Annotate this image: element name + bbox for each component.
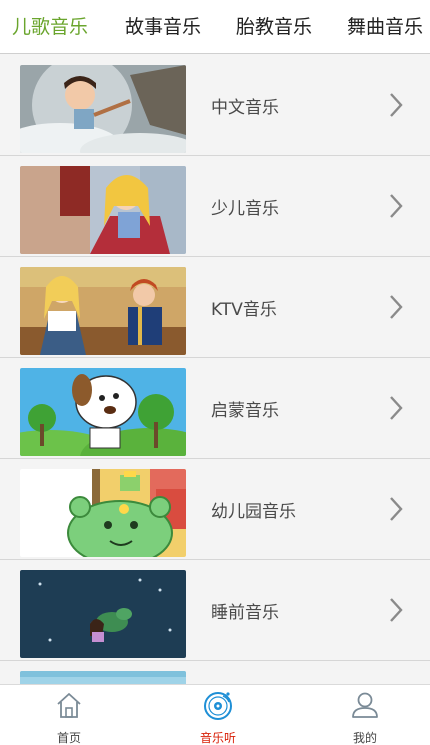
nav-music[interactable]: 音乐听 [178,690,258,745]
ktv-music-thumbnail [20,267,186,355]
list-item-chinese-music[interactable]: 中文音乐 [0,55,430,156]
chevron-right-icon [388,293,404,321]
tab-dance-music[interactable]: 舞曲音乐 [347,12,423,39]
nav-home[interactable]: 首页 [29,690,109,745]
list-item-label: KTV音乐 [211,300,277,320]
bedtime-music-thumbnail [20,570,186,658]
list-item-ktv-music[interactable]: KTV音乐 [0,257,430,358]
list-item-label: 少儿音乐 [211,199,279,219]
home-icon [57,693,81,718]
chevron-right-icon [388,495,404,523]
chevron-right-icon [388,394,404,422]
list-item-kindergarten-music[interactable]: 幼儿园音乐 [0,459,430,560]
list-item-bedtime-music[interactable]: 睡前音乐 [0,560,430,661]
tab-children-songs[interactable]: 儿歌音乐 [12,12,88,39]
tab-story-music[interactable]: 故事音乐 [125,12,201,39]
category-tabs: 儿歌音乐 故事音乐 胎教音乐 舞曲音乐 [0,0,430,54]
music-category-list: 中文音乐 少儿音乐 KTV音乐 启蒙音乐 幼儿园音乐 睡前音乐 [0,55,430,684]
kindergarten-music-thumbnail [20,469,186,557]
chevron-right-icon [388,192,404,220]
nav-mine[interactable]: 我的 [325,690,405,745]
chevron-right-icon [388,596,404,624]
music-disc-icon [204,692,232,720]
bottom-navigation: 首页 音乐听 我的 [0,684,430,745]
list-item-kids-music[interactable]: 少儿音乐 [0,156,430,257]
list-item-label: 启蒙音乐 [211,401,279,421]
chevron-right-icon [388,91,404,119]
list-item-enlightenment-music[interactable]: 启蒙音乐 [0,358,430,459]
nav-label: 音乐听 [199,731,236,745]
chinese-music-thumbnail [20,65,186,153]
list-item-partial[interactable] [0,661,430,684]
tab-prenatal-music[interactable]: 胎教音乐 [236,12,312,39]
list-item-label: 睡前音乐 [211,603,279,623]
kids-music-thumbnail [20,166,186,254]
nav-label: 我的 [352,731,377,745]
user-icon [352,692,378,718]
partial-thumbnail [20,671,186,684]
list-item-label: 幼儿园音乐 [211,502,296,522]
list-item-label: 中文音乐 [211,98,279,118]
enlightenment-music-thumbnail [20,368,186,456]
nav-label: 首页 [56,731,81,745]
